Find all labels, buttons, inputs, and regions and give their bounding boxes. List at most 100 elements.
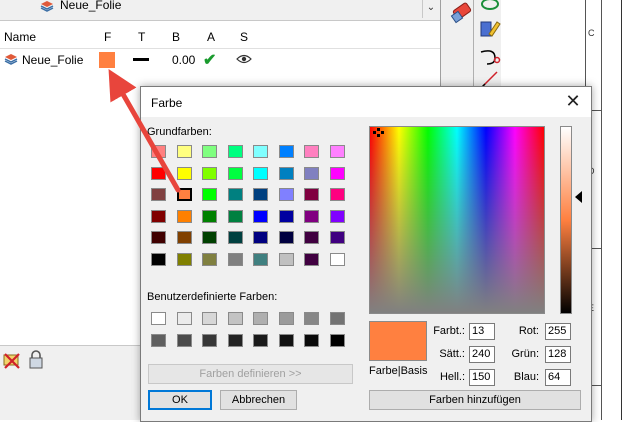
basic-color-swatch[interactable] — [227, 188, 243, 201]
saturation-field[interactable]: 240 — [469, 346, 495, 363]
basic-color-swatch[interactable] — [227, 166, 243, 180]
layer-table-header: Name F T B A S — [0, 28, 440, 48]
basic-color-swatch[interactable] — [329, 188, 345, 201]
basic-color-swatch[interactable] — [227, 231, 243, 244]
basic-color-swatch[interactable] — [253, 145, 268, 158]
fill-edit-icon[interactable] — [477, 16, 503, 42]
basic-color-swatch[interactable] — [176, 166, 192, 180]
basic-color-swatch[interactable] — [329, 231, 345, 244]
basic-color-swatch[interactable] — [227, 145, 243, 158]
basic-color-swatch[interactable] — [176, 231, 192, 244]
column-fill[interactable]: F — [104, 30, 111, 44]
basic-color-swatch[interactable] — [304, 209, 319, 223]
ok-button[interactable]: OK — [148, 390, 212, 410]
define-custom-colors-button[interactable]: Farben definieren >> — [148, 364, 353, 384]
basic-color-swatch[interactable] — [202, 145, 217, 158]
basic-color-swatch[interactable] — [253, 188, 268, 201]
custom-color-swatch[interactable] — [202, 333, 217, 347]
column-line-width[interactable]: B — [172, 30, 180, 44]
color-spectrum[interactable] — [369, 126, 545, 314]
delete-layer-icon[interactable] — [2, 352, 22, 370]
custom-color-swatch[interactable] — [253, 333, 268, 347]
custom-color-swatch[interactable] — [176, 333, 192, 347]
basic-color-swatch[interactable] — [151, 166, 166, 180]
hue-field[interactable]: 13 — [469, 323, 495, 340]
basic-color-swatch[interactable] — [304, 188, 319, 201]
green-field[interactable]: 128 — [545, 346, 571, 363]
basic-color-swatch[interactable] — [151, 231, 166, 244]
basic-color-swatch[interactable] — [329, 166, 345, 180]
luminance-slider[interactable] — [560, 126, 572, 314]
column-active[interactable]: A — [207, 30, 215, 44]
basic-color-swatch[interactable] — [329, 145, 345, 158]
custom-color-swatch[interactable] — [304, 333, 319, 347]
hue-label: Farbt.: — [433, 325, 465, 337]
basic-color-swatch[interactable] — [202, 231, 217, 244]
basic-color-swatch[interactable] — [304, 145, 319, 158]
layer-selector-bar[interactable]: Neue_Folie ⌄ — [0, 0, 440, 21]
basic-color-swatch[interactable] — [151, 252, 166, 266]
basic-color-swatch[interactable] — [227, 252, 243, 266]
basic-color-swatch[interactable] — [151, 145, 166, 158]
layer-dropdown-button[interactable]: ⌄ — [422, 0, 439, 18]
add-to-custom-colors-button[interactable]: Farben hinzufügen — [369, 390, 581, 410]
custom-color-swatch[interactable] — [329, 333, 345, 347]
basic-color-swatch[interactable] — [278, 166, 294, 180]
basic-color-swatch[interactable] — [202, 209, 217, 223]
basic-color-swatch[interactable] — [253, 252, 268, 266]
eye-icon[interactable] — [236, 54, 252, 64]
basic-color-swatch[interactable] — [253, 209, 268, 223]
basic-color-swatch[interactable] — [253, 231, 268, 244]
layer-name-cell[interactable]: Neue_Folie — [22, 53, 83, 67]
lock-layer-icon[interactable] — [28, 350, 44, 370]
cancel-button[interactable]: Abbrechen — [220, 390, 297, 410]
dialog-titlebar[interactable]: Farbe ✕ — [141, 87, 591, 117]
basic-color-swatch[interactable] — [278, 252, 294, 266]
custom-color-swatch[interactable] — [151, 312, 166, 325]
custom-color-swatch[interactable] — [227, 312, 243, 325]
luminance-field[interactable]: 150 — [469, 369, 495, 386]
luminance-arrow-icon[interactable] — [575, 191, 582, 203]
eraser-icon[interactable] — [449, 0, 475, 26]
fill-color-swatch[interactable] — [99, 52, 115, 68]
basic-color-swatch[interactable] — [202, 188, 217, 201]
custom-color-swatch[interactable] — [227, 333, 243, 347]
basic-color-swatch[interactable] — [304, 231, 319, 244]
basic-color-swatch[interactable] — [278, 231, 294, 244]
close-icon[interactable]: ✕ — [563, 92, 583, 112]
basic-color-swatch[interactable] — [329, 209, 345, 223]
custom-color-swatch[interactable] — [329, 312, 345, 325]
red-field[interactable]: 255 — [545, 323, 571, 340]
column-visible[interactable]: S — [240, 30, 248, 44]
custom-color-swatch[interactable] — [304, 312, 319, 325]
basic-color-swatch[interactable] — [202, 166, 217, 180]
checkmark-icon[interactable]: ✔ — [203, 50, 216, 70]
table-row[interactable]: Neue_Folie 0.00 ✔ — [0, 50, 440, 70]
basic-color-swatch[interactable] — [151, 209, 166, 223]
basic-color-swatch[interactable] — [304, 252, 319, 266]
basic-color-swatch[interactable] — [227, 209, 243, 223]
custom-color-swatch[interactable] — [151, 333, 166, 347]
basic-color-swatch[interactable] — [202, 252, 217, 266]
basic-color-swatch[interactable] — [253, 166, 268, 180]
basic-color-swatch[interactable] — [176, 188, 192, 201]
line-width-cell[interactable]: 0.00 — [172, 53, 195, 67]
basic-color-swatch[interactable] — [304, 166, 319, 180]
basic-color-swatch[interactable] — [151, 188, 166, 201]
basic-color-swatch[interactable] — [176, 145, 192, 158]
basic-color-swatch[interactable] — [278, 145, 294, 158]
custom-color-swatch[interactable] — [278, 333, 294, 347]
basic-color-swatch[interactable] — [278, 188, 294, 201]
basic-color-swatch[interactable] — [329, 252, 345, 266]
basic-color-swatch[interactable] — [278, 209, 294, 223]
column-name[interactable]: Name — [4, 30, 36, 44]
basic-color-swatch[interactable] — [176, 252, 192, 266]
basic-color-swatch[interactable] — [176, 209, 192, 223]
blue-field[interactable]: 64 — [545, 369, 571, 386]
custom-color-swatch[interactable] — [278, 312, 294, 325]
custom-color-swatch[interactable] — [202, 312, 217, 325]
custom-color-swatch[interactable] — [253, 312, 268, 325]
custom-color-swatch[interactable] — [176, 312, 192, 325]
column-line-type[interactable]: T — [138, 30, 145, 44]
line-type-sample[interactable] — [133, 58, 149, 61]
